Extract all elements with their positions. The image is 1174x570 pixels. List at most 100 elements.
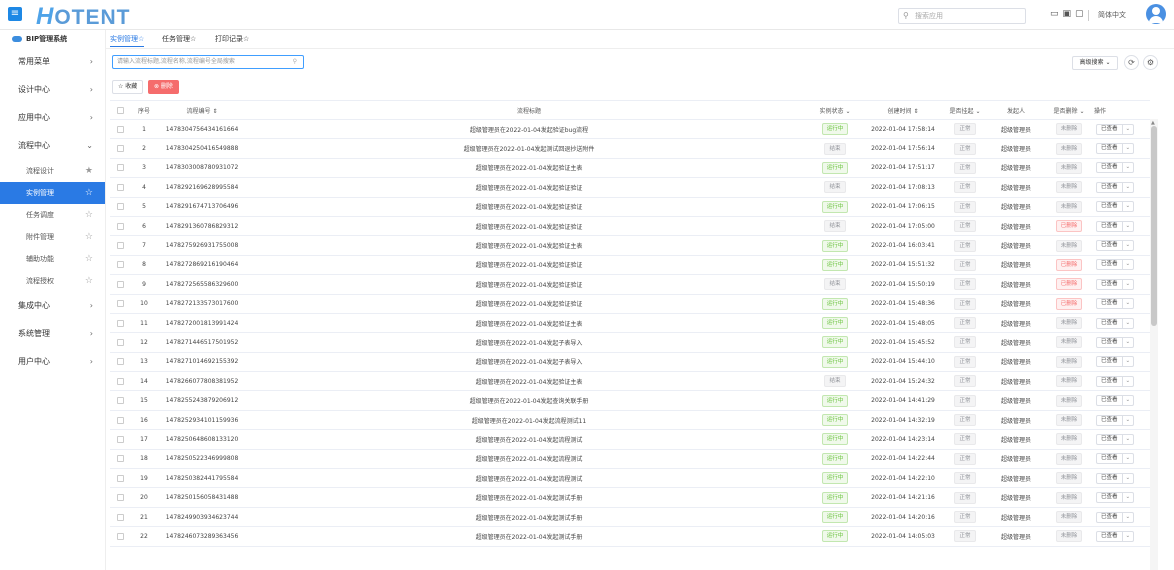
process-title[interactable]: 超级管理员在2022-01-04发起验证主表 — [248, 372, 810, 390]
view-button[interactable]: 已查看 — [1097, 357, 1123, 367]
row-checkbox[interactable] — [110, 198, 130, 216]
view-dropdown-button[interactable]: 已查看 ⌄ — [1096, 143, 1135, 155]
view-button[interactable]: 已查看 — [1097, 260, 1123, 270]
view-dropdown-button[interactable]: 已查看 ⌄ — [1096, 356, 1135, 368]
process-title[interactable]: 超级管理员在2022-01-04发起验证验证 — [248, 256, 810, 274]
user-avatar[interactable] — [1146, 4, 1166, 24]
table-row[interactable]: 7 1478275926931755008 超级管理员在2022-01-04发起验证… — [110, 236, 1150, 256]
view-button[interactable]: 已查看 — [1097, 318, 1123, 328]
view-button[interactable]: 已查看 — [1097, 415, 1123, 425]
process-title[interactable]: 超级管理员在2022-01-04发起验证验证 — [248, 295, 810, 313]
chevron-down-icon[interactable]: ⌄ — [1123, 435, 1134, 444]
row-checkbox[interactable] — [110, 314, 130, 332]
row-checkbox[interactable] — [110, 333, 130, 351]
row-checkbox[interactable] — [110, 391, 130, 409]
view-dropdown-button[interactable]: 已查看 ⌄ — [1096, 259, 1135, 271]
view-dropdown-button[interactable]: 已查看 ⌄ — [1096, 181, 1135, 193]
row-checkbox[interactable] — [110, 120, 130, 138]
view-dropdown-button[interactable]: 已查看 ⌄ — [1096, 317, 1135, 329]
row-checkbox[interactable] — [110, 527, 130, 545]
chevron-down-icon[interactable]: ⌄ — [1123, 513, 1134, 522]
chevron-down-icon[interactable]: ⌄ — [1123, 280, 1134, 289]
process-title[interactable]: 超级管理员在2022-01-04发起子表导入 — [248, 353, 810, 371]
col-header-deleted[interactable]: 是否删除 ⌄ — [1044, 101, 1094, 119]
view-dropdown-button[interactable]: 已查看 ⌄ — [1096, 492, 1135, 504]
row-checkbox[interactable] — [110, 178, 130, 196]
sidebar-item-attachments[interactable]: 附件管理 ☆ — [0, 226, 105, 248]
chevron-down-icon[interactable]: ⌄ — [1123, 377, 1134, 386]
view-dropdown-button[interactable]: 已查看 ⌄ — [1096, 278, 1135, 290]
row-checkbox[interactable] — [110, 508, 130, 526]
chevron-down-icon[interactable]: ⌄ — [1123, 260, 1134, 269]
chevron-down-icon[interactable]: ⌄ — [1123, 319, 1134, 328]
view-dropdown-button[interactable]: 已查看 ⌄ — [1096, 240, 1135, 252]
view-button[interactable]: 已查看 — [1097, 241, 1123, 251]
view-dropdown-button[interactable]: 已查看 ⌄ — [1096, 162, 1135, 174]
sidebar-item-system-management[interactable]: 系统管理 › — [0, 320, 105, 348]
sidebar-item-process-auth[interactable]: 流程授权 ☆ — [0, 270, 105, 292]
view-button[interactable]: 已查看 — [1097, 337, 1123, 347]
chevron-down-icon[interactable]: ⌄ — [1123, 202, 1134, 211]
language-selector[interactable]: 简体中文 — [1098, 10, 1126, 20]
view-button[interactable]: 已查看 — [1097, 221, 1123, 231]
view-button[interactable]: 已查看 — [1097, 493, 1123, 503]
chevron-down-icon[interactable]: ⌄ — [1123, 474, 1134, 483]
process-title[interactable]: 超级管理员在2022-01-04发起验证验证 — [248, 217, 810, 235]
process-title[interactable]: 超级管理员在2022-01-04发起验证验证 — [248, 178, 810, 196]
col-header-hang[interactable]: 是否挂起 ⌄ — [942, 101, 988, 119]
sidebar-item-common-menu[interactable]: 常用菜单 › — [0, 48, 105, 76]
menu-icon[interactable]: ≡ — [8, 7, 22, 21]
chevron-down-icon[interactable]: ⌄ — [1123, 222, 1134, 231]
chevron-down-icon[interactable]: ⌄ — [1123, 338, 1134, 347]
collect-button[interactable]: ☆ 收藏 — [112, 80, 144, 94]
table-row[interactable]: 4 1478292169628995584 超级管理员在2022-01-04发起验证… — [110, 178, 1150, 198]
view-button[interactable]: 已查看 — [1097, 202, 1123, 212]
sidebar-item-instance-management[interactable]: 实例管理 ☆ — [0, 182, 105, 204]
view-button[interactable]: 已查看 — [1097, 144, 1123, 154]
star-icon[interactable]: ☆ — [85, 248, 93, 270]
sidebar-item-app-center[interactable]: 应用中心 › — [0, 104, 105, 132]
process-title[interactable]: 超级管理员在2022-01-04发起流程测试11 — [248, 411, 810, 429]
view-button[interactable]: 已查看 — [1097, 454, 1123, 464]
view-button[interactable]: 已查看 — [1097, 182, 1123, 192]
process-title[interactable]: 超级管理员在2022-01-04发起验证主表 — [248, 159, 810, 177]
process-title[interactable]: 超级管理员在2022-01-04发起验证主表 — [248, 236, 810, 254]
sidebar-item-auxiliary[interactable]: 辅助功能 ☆ — [0, 248, 105, 270]
star-icon[interactable]: ☆ — [85, 226, 93, 248]
process-title[interactable]: 超级管理员在2022-01-04发起测试手册 — [248, 508, 810, 526]
table-row[interactable]: 6 1478291360786829312 超级管理员在2022-01-04发起验证… — [110, 217, 1150, 237]
view-button[interactable]: 已查看 — [1097, 434, 1123, 444]
chevron-down-icon[interactable]: ⌄ — [1123, 299, 1134, 308]
star-icon[interactable]: ☆ — [85, 270, 93, 292]
table-row[interactable]: 16 1478252934101159936 超级管理员在2022-01-04发起流… — [110, 411, 1150, 431]
view-button[interactable]: 已查看 — [1097, 396, 1123, 406]
process-title[interactable]: 超级管理员在2022-01-04发起子表导入 — [248, 333, 810, 351]
process-title[interactable]: 超级管理员在2022-01-04发起验证验证 — [248, 198, 810, 216]
col-header-code[interactable]: 流程编号 ⇕ — [156, 101, 248, 119]
row-checkbox[interactable] — [110, 353, 130, 371]
col-header-status[interactable]: 实例状态 ⌄ — [810, 101, 860, 119]
view-button[interactable]: 已查看 — [1097, 299, 1123, 309]
table-row[interactable]: 10 1478272133573017600 超级管理员在2022-01-04发起验… — [110, 295, 1150, 314]
process-title[interactable]: 超级管理员在2022-01-04发起流程测试 — [248, 450, 810, 468]
view-dropdown-button[interactable]: 已查看 ⌄ — [1096, 453, 1135, 465]
chevron-down-icon[interactable]: ⌄ — [1123, 416, 1134, 425]
row-checkbox[interactable] — [110, 236, 130, 254]
row-checkbox[interactable] — [110, 411, 130, 429]
chevron-down-icon[interactable]: ⌄ — [1123, 163, 1134, 172]
notice-icon[interactable]: ▣ — [1063, 9, 1076, 19]
view-dropdown-button[interactable]: 已查看 ⌄ — [1096, 530, 1135, 542]
table-row[interactable]: 14 1478266077808381952 超级管理员在2022-01-04发起验… — [110, 372, 1150, 392]
table-row[interactable]: 20 1478250156058431488 超级管理员在2022-01-04发起测… — [110, 488, 1150, 508]
view-dropdown-button[interactable]: 已查看 ⌄ — [1096, 201, 1135, 213]
view-dropdown-button[interactable]: 已查看 ⌄ — [1096, 336, 1135, 348]
refresh-icon[interactable]: ⟳ — [1124, 55, 1139, 70]
process-title[interactable]: 超级管理员在2022-01-04发起验证主表 — [248, 314, 810, 332]
chevron-down-icon[interactable]: ⌄ — [1123, 396, 1134, 405]
view-dropdown-button[interactable]: 已查看 ⌄ — [1096, 433, 1135, 445]
process-title[interactable]: 超级管理员在2022-01-04发起验证bug流程 — [248, 120, 810, 138]
select-all-checkbox[interactable] — [110, 101, 130, 119]
view-dropdown-button[interactable]: 已查看 ⌄ — [1096, 414, 1135, 426]
message-icon[interactable]: ▭ — [1050, 9, 1063, 19]
row-checkbox[interactable] — [110, 217, 130, 235]
